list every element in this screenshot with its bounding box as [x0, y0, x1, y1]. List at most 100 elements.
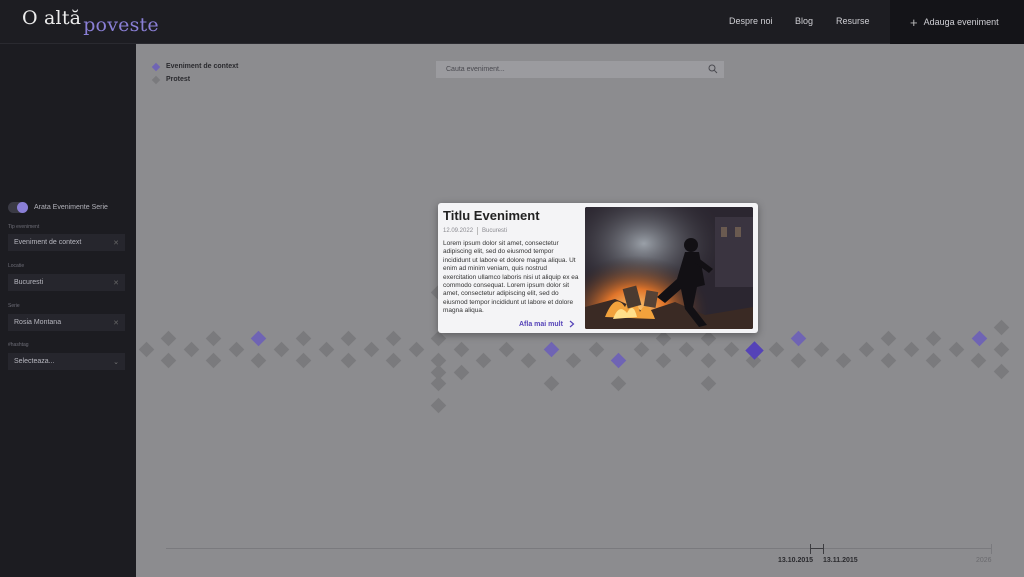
clear-icon[interactable]: ✕	[113, 239, 119, 247]
event-diamond-protest[interactable]	[228, 341, 245, 358]
nav-link-blog[interactable]: Blog	[795, 16, 813, 26]
event-diamond-protest[interactable]	[700, 330, 717, 347]
event-diamond-protest[interactable]	[385, 352, 402, 369]
timeline-end-date: 13.11.2015	[823, 557, 858, 564]
event-diamond-protest[interactable]	[340, 352, 357, 369]
event-diamond-protest[interactable]	[880, 330, 897, 347]
event-diamond-protest[interactable]	[903, 341, 920, 358]
event-diamond-protest[interactable]	[993, 341, 1010, 358]
event-diamond-protest[interactable]	[385, 330, 402, 347]
series-value: Rosia Montana	[14, 319, 62, 326]
event-diamond-protest[interactable]	[655, 352, 672, 369]
event-diamond-protest[interactable]	[633, 341, 650, 358]
event-diamond-protest[interactable]	[183, 341, 200, 358]
nav-link-resurse[interactable]: Resurse	[836, 16, 870, 26]
event-diamond-protest[interactable]	[723, 341, 740, 358]
read-more-label: Afla mai mult	[519, 320, 563, 328]
event-date: 12.09.2022	[443, 228, 474, 234]
event-type-select[interactable]: Eveniment de context ✕	[8, 234, 125, 251]
nav-link-despre-noi[interactable]: Despre noi	[729, 16, 773, 26]
chevron-down-icon: ⌄	[113, 358, 119, 366]
event-diamond-protest[interactable]	[138, 341, 155, 358]
event-diamond-protest[interactable]	[205, 330, 222, 347]
event-diamond-protest[interactable]	[543, 375, 560, 392]
event-diamond-protest[interactable]	[948, 341, 965, 358]
logo-word-1: O altă	[22, 7, 82, 29]
protest-photo-illustration	[585, 207, 753, 329]
event-diamond-protest[interactable]	[880, 352, 897, 369]
event-diamond-protest[interactable]	[678, 341, 695, 358]
series-toggle-row[interactable]: Arata Evenimente Serie	[8, 202, 108, 213]
series-toggle-label: Arata Evenimente Serie	[34, 204, 108, 211]
add-event-button[interactable]: + Adauga eveniment	[890, 0, 1024, 44]
timeline-bar	[166, 548, 992, 549]
event-diamond-protest[interactable]	[700, 375, 717, 392]
event-diamond-protest[interactable]	[565, 352, 582, 369]
event-diamond-protest[interactable]	[925, 330, 942, 347]
event-diamond-protest[interactable]	[160, 352, 177, 369]
event-diamond-protest[interactable]	[925, 352, 942, 369]
event-diamond-protest[interactable]	[273, 341, 290, 358]
filter-sidebar: Arata Evenimente Serie Tip eveniment Eve…	[0, 44, 136, 577]
timeline-start-date: 13.10.2015	[778, 557, 814, 564]
event-title: Titlu Eveniment	[443, 208, 540, 223]
clear-icon[interactable]: ✕	[113, 319, 119, 327]
event-diamond-protest[interactable]	[453, 364, 470, 381]
event-diamond-protest[interactable]	[475, 352, 492, 369]
event-diamond-context[interactable]	[610, 352, 627, 369]
logo-word-2: poveste	[83, 14, 159, 36]
event-meta: 12.09.2022 Bucuresti	[443, 227, 507, 235]
event-diamond-protest[interactable]	[408, 341, 425, 358]
hashtag-select[interactable]: Selecteaza... ⌄	[8, 353, 125, 370]
event-diamond-protest[interactable]	[813, 341, 830, 358]
series-toggle[interactable]	[8, 202, 28, 213]
top-header: O altă poveste Despre noi Blog Resurse + …	[0, 0, 1024, 44]
event-card[interactable]: Titlu Eveniment 12.09.2022 Bucuresti Lor…	[438, 203, 758, 333]
event-diamond-protest[interactable]	[993, 363, 1010, 380]
event-diamond-protest[interactable]	[295, 330, 312, 347]
event-diamond-protest[interactable]	[993, 319, 1010, 336]
timeline-end-tick	[991, 544, 992, 554]
event-diamond-protest[interactable]	[160, 330, 177, 347]
event-diamond-protest[interactable]	[340, 330, 357, 347]
timeline-year-end: 2026	[976, 557, 992, 564]
event-diamond-context[interactable]	[543, 341, 560, 358]
event-diamond-protest[interactable]	[430, 330, 447, 347]
field-label-hashtag: #hashtag	[8, 342, 29, 348]
event-diamond-protest[interactable]	[498, 341, 515, 358]
event-diamond-protest[interactable]	[520, 352, 537, 369]
event-diamond-protest[interactable]	[453, 341, 470, 358]
event-diamond-protest[interactable]	[655, 330, 672, 347]
event-diamond-protest[interactable]	[295, 352, 312, 369]
event-diamond-protest[interactable]	[318, 341, 335, 358]
event-diamond-protest[interactable]	[970, 352, 987, 369]
toggle-knob	[17, 202, 28, 213]
timeline-handle-start[interactable]	[810, 544, 811, 554]
event-diamond-protest[interactable]	[790, 352, 807, 369]
chevron-right-icon	[569, 320, 575, 328]
event-diamond-protest[interactable]	[700, 352, 717, 369]
clear-icon[interactable]: ✕	[113, 279, 119, 287]
event-diamond-protest[interactable]	[588, 341, 605, 358]
event-diamond-protest[interactable]	[610, 375, 627, 392]
event-diamond-context[interactable]	[971, 330, 988, 347]
event-diamond-context[interactable]	[250, 330, 267, 347]
timeline-selection	[810, 548, 824, 549]
timeline-handle-end[interactable]	[823, 544, 824, 554]
add-event-label: Adauga eveniment	[923, 17, 999, 27]
event-diamond-context[interactable]	[790, 330, 807, 347]
event-diamond-protest[interactable]	[858, 341, 875, 358]
location-select[interactable]: Bucuresti ✕	[8, 274, 125, 291]
event-diamond-protest[interactable]	[205, 352, 222, 369]
event-diamond-protest[interactable]	[768, 341, 785, 358]
event-diamond-protest[interactable]	[430, 397, 447, 414]
series-select[interactable]: Rosia Montana ✕	[8, 314, 125, 331]
event-diamond-protest[interactable]	[363, 341, 380, 358]
location-value: Bucuresti	[14, 279, 44, 286]
event-diamond-protest[interactable]	[835, 352, 852, 369]
field-label-series: Serie	[8, 303, 20, 309]
read-more-link[interactable]: Afla mai mult	[519, 320, 575, 328]
event-diamond-protest[interactable]	[250, 352, 267, 369]
event-diamond-protest[interactable]	[430, 375, 447, 392]
logo[interactable]: O altă poveste	[22, 7, 159, 36]
